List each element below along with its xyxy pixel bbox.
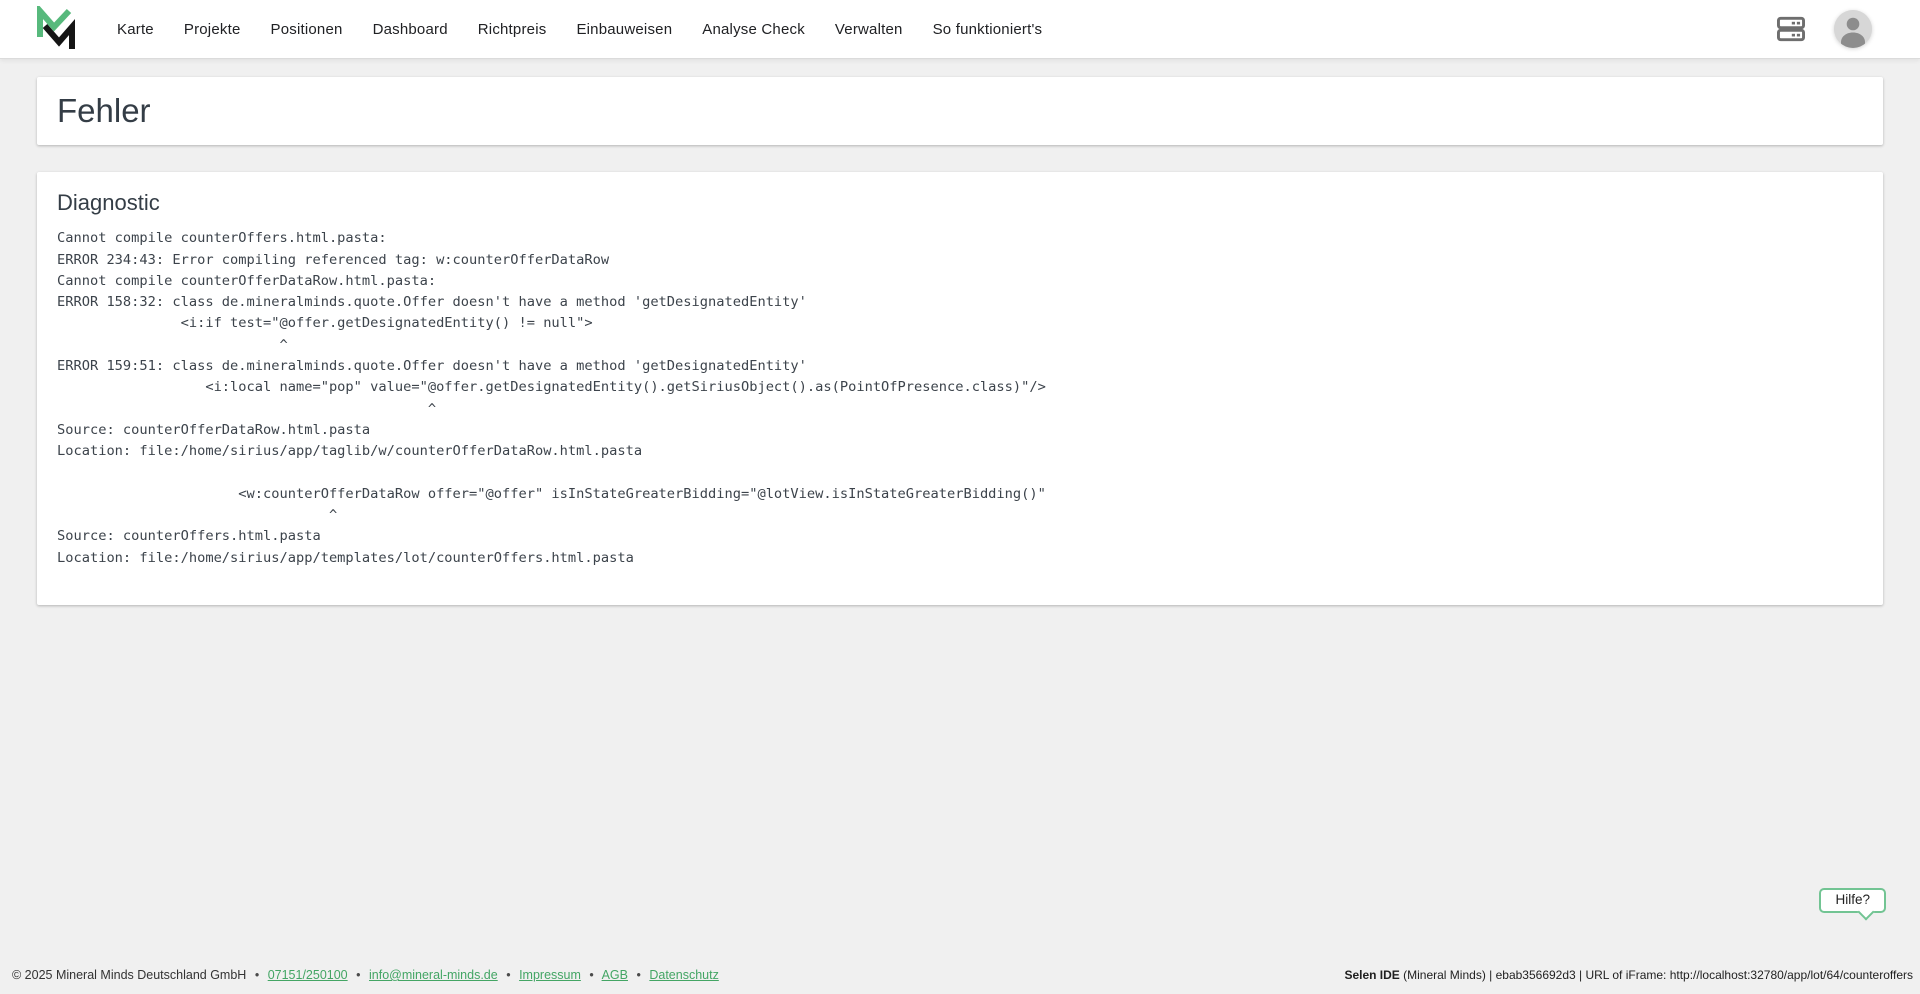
nav-item-einbauweisen[interactable]: Einbauweisen [576,0,672,59]
main-nav: Karte Projekte Positionen Dashboard Rich… [117,0,1042,58]
diagnostic-output: Cannot compile counterOffers.html.pasta:… [57,228,1863,569]
nav-item-analyse-check[interactable]: Analyse Check [702,0,805,59]
server-icon [1774,13,1808,45]
copyright-text: © 2025 Mineral Minds Deutschland GmbH [12,968,246,982]
header-actions [1774,10,1872,48]
user-avatar-button[interactable] [1834,10,1872,48]
page-title: Fehler [57,90,1863,131]
separator-dot: • [636,968,640,982]
nav-item-projekte[interactable]: Projekte [184,0,241,59]
mm-monogram-icon [35,6,75,52]
page-content: Fehler Diagnostic Cannot compile counter… [0,59,1920,605]
ide-name: Selen IDE [1344,968,1399,982]
footer-link-agb[interactable]: AGB [602,968,628,982]
footer-link-impressum[interactable]: Impressum [519,968,581,982]
nav-item-richtpreis[interactable]: Richtpreis [478,0,547,59]
separator-dot: • [589,968,593,982]
help-button[interactable]: Hilfe? [1819,888,1886,913]
page-footer: © 2025 Mineral Minds Deutschland GmbH • … [0,962,1920,994]
app-header: Karte Projekte Positionen Dashboard Rich… [0,0,1920,59]
nav-item-karte[interactable]: Karte [117,0,154,59]
separator-dot: • [255,968,259,982]
diagnostic-card: Diagnostic Cannot compile counterOffers.… [37,172,1883,605]
nav-item-positionen[interactable]: Positionen [271,0,343,59]
footer-link-phone[interactable]: 07151/250100 [268,968,348,982]
nav-item-so-funktionierts[interactable]: So funktioniert's [933,0,1043,59]
footer-link-email[interactable]: info@mineral-minds.de [369,968,498,982]
separator-dot: • [356,968,360,982]
footer-ide-info: Selen IDE (Mineral Minds) | ebab356692d3… [1344,968,1913,982]
server-button[interactable] [1774,13,1808,45]
separator-dot: • [506,968,510,982]
diagnostic-heading: Diagnostic [57,190,1863,216]
account-avatar-icon [1834,10,1872,48]
ide-details: (Mineral Minds) | ebab356692d3 | URL of … [1400,968,1913,982]
footer-legal: © 2025 Mineral Minds Deutschland GmbH • … [12,968,719,982]
nav-item-dashboard[interactable]: Dashboard [373,0,448,59]
error-title-card: Fehler [37,77,1883,145]
footer-link-datenschutz[interactable]: Datenschutz [649,968,718,982]
nav-item-verwalten[interactable]: Verwalten [835,0,903,59]
mineral-minds-logo[interactable] [35,6,75,52]
